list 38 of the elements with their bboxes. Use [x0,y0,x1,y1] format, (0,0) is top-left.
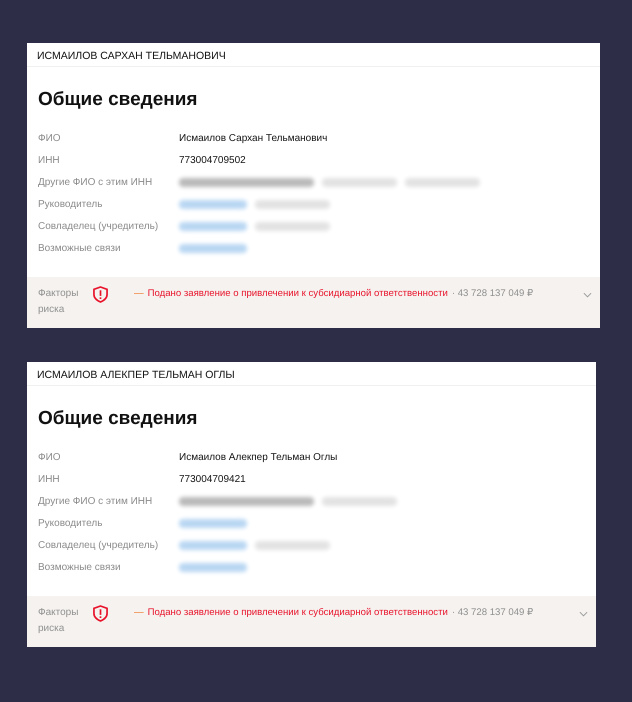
person-name-heading: ИСМАИЛОВ САРХАН ТЕЛЬМАНОВИЧ [27,43,600,67]
dash-marker: — [134,606,144,620]
field-label: Совладелец (учредитель) [38,540,160,550]
field-label: ФИО [38,452,62,462]
field-label: Руководитель [38,518,104,528]
field-label: ИНН [38,154,61,166]
field-label: Возможные связи [38,242,122,254]
field-value: 773004709502 [179,154,246,166]
warning-shield-icon [93,605,108,622]
risk-text: Подано заявление о привлечении к субсидиарной ответственности [148,287,448,301]
field-value: Исмаилов Сархан Тельманович [179,132,328,144]
field-label: ФИО [38,132,62,144]
field-label: Руководитель [38,198,104,210]
warning-shield-icon [93,286,108,303]
field-label: Другие ФИО с этим ИНН [38,496,154,506]
risk-amount: · 43 728 137 049 ₽ [452,287,534,301]
chevron-icon[interactable] [579,611,588,617]
dash-marker: — [134,287,144,301]
field-label: Совладелец (учредитель) [38,220,160,232]
field-value: 773004709421 [179,474,246,484]
blurred-link[interactable] [179,200,247,208]
risk-label: Факторы риска [38,287,80,317]
section-title: Общие сведения [38,89,199,111]
risk-text: Подано заявление о привлечении к субсидиарной ответственности [148,606,448,620]
chevron-icon[interactable] [583,292,592,298]
blurred-link[interactable] [179,244,247,252]
section-title: Общие сведения [38,408,199,430]
blurred-link[interactable] [179,518,247,528]
field-label: Возможные связи [38,562,122,572]
field-label: Другие ФИО с этим ИНН [38,176,154,188]
blurred-link[interactable] [179,222,247,230]
person-name-heading: ИСМАИЛОВ АЛЕКПЕР ТЕЛЬМАН ОГЛЫ [27,362,596,386]
risk-amount: · 43 728 137 049 ₽ [452,606,534,620]
blurred-link[interactable] [179,540,247,550]
risk-label: Факторы риска [38,606,80,636]
blurred-link[interactable] [179,562,247,572]
field-value: Исмаилов Алекпер Тельман Оглы [179,452,338,462]
field-label: ИНН [38,474,61,484]
